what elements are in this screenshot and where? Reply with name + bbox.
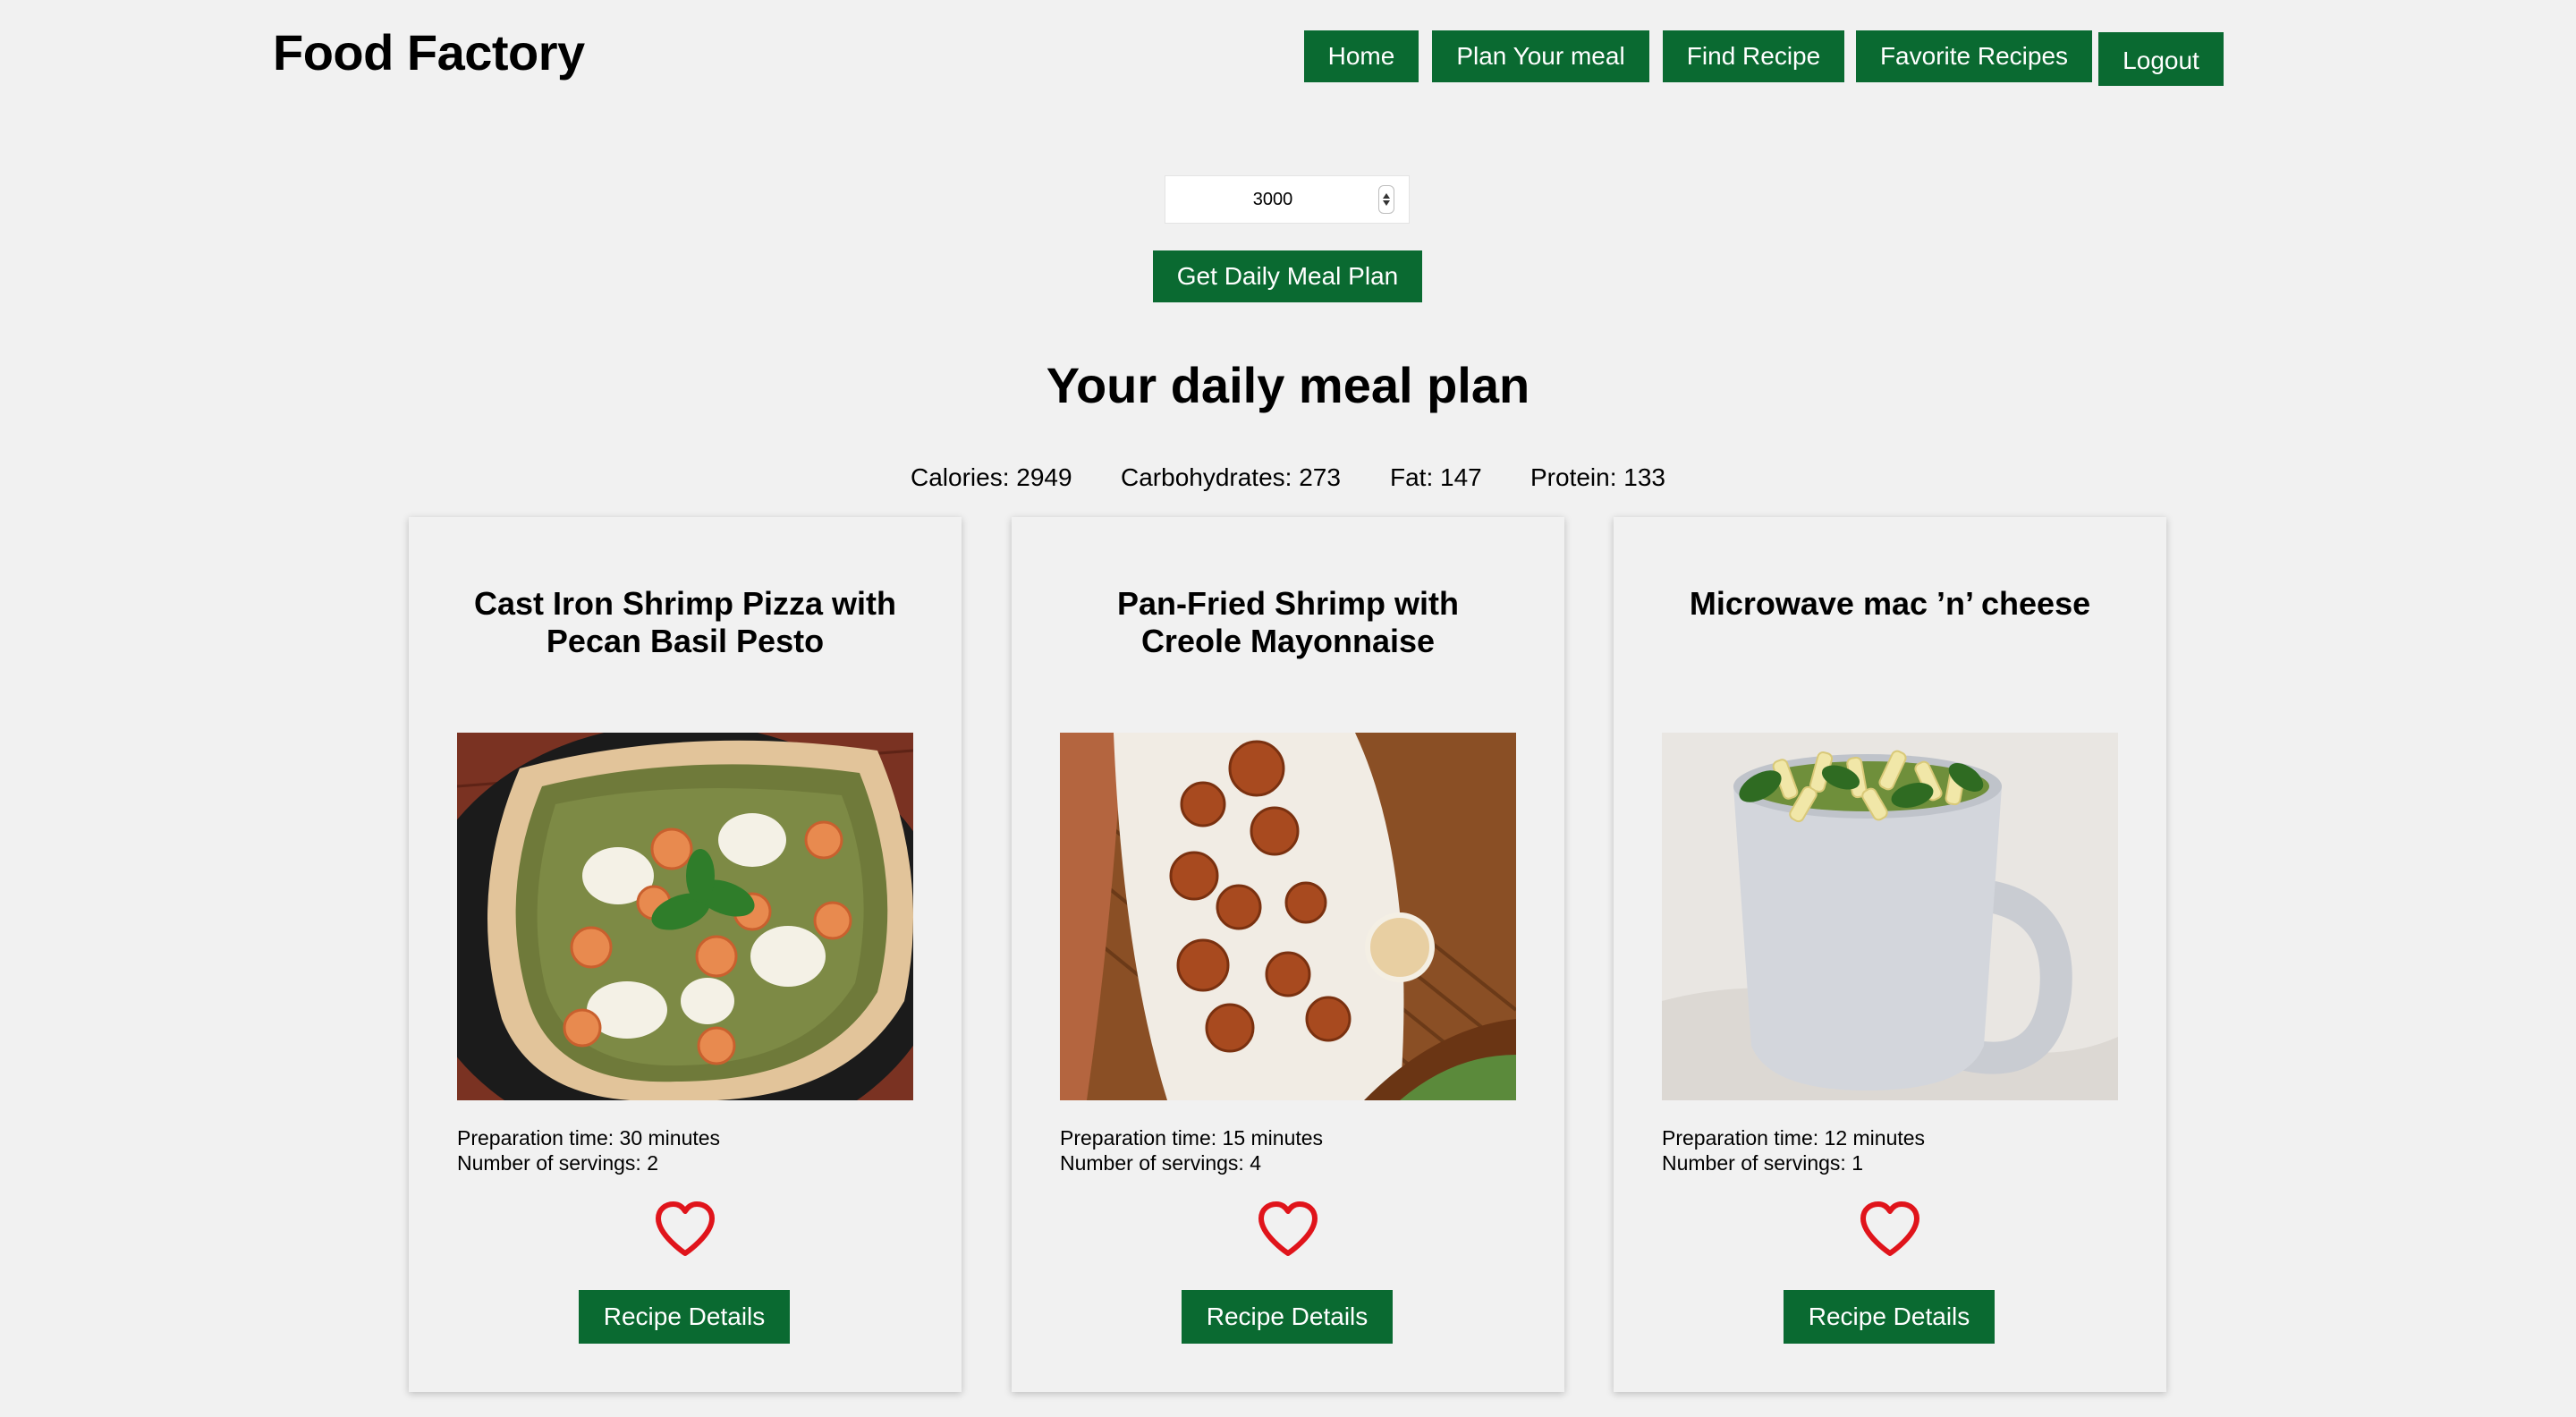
calorie-input[interactable] <box>1165 189 1371 210</box>
stepper-up-icon[interactable] <box>1383 193 1390 199</box>
nutrient-fat: Fat: 147 <box>1390 463 1482 491</box>
recipe-info: Preparation time: 15 minutes Number of s… <box>1060 1125 1323 1175</box>
nutrient-calories: Calories: 2949 <box>911 463 1072 491</box>
prep-time: Preparation time: 30 minutes <box>457 1126 721 1150</box>
recipe-image-pizza <box>457 733 913 1100</box>
recipe-image-mac-cheese <box>1662 733 2118 1100</box>
recipe-title-line: Microwave mac ’n’ cheese <box>1689 585 2091 622</box>
prep-time: Preparation time: 15 minutes <box>1060 1126 1324 1150</box>
recipe-card: Microwave mac ’n’ cheese Preparation tim… <box>1614 517 2166 1392</box>
nav-home-button[interactable]: Home <box>1304 30 1419 82</box>
nav-find-recipe-button[interactable]: Find Recipe <box>1663 30 1844 82</box>
nav-plan-meal-button[interactable]: Plan Your meal <box>1432 30 1649 82</box>
recipe-card: Pan-Fried Shrimp with Creole Mayonnaise <box>1012 517 1564 1392</box>
recipe-title-line: Pan-Fried Shrimp with <box>1116 585 1460 622</box>
get-daily-meal-plan-button[interactable]: Get Daily Meal Plan <box>1153 250 1422 302</box>
heart-outline-icon[interactable] <box>1257 1201 1319 1258</box>
heart-outline-icon[interactable] <box>1859 1201 1921 1258</box>
recipe-info: Preparation time: 12 minutes Number of s… <box>1662 1125 1925 1175</box>
nav-logout-button[interactable]: Logout <box>2098 32 2224 86</box>
nutrient-carbohydrates: Carbohydrates: 273 <box>1121 463 1341 491</box>
recipe-title: Cast Iron Shrimp Pizza with Pecan Basil … <box>445 585 926 660</box>
recipe-image-shrimp <box>1060 733 1516 1100</box>
recipe-title-line: Cast Iron Shrimp Pizza with <box>473 585 897 622</box>
recipe-details-button[interactable]: Recipe Details <box>579 1290 790 1344</box>
recipe-title-line: Pecan Basil Pesto <box>546 623 825 659</box>
number-stepper-icon[interactable] <box>1378 185 1394 214</box>
page-title: Your daily meal plan <box>1046 357 1530 413</box>
brand-logo: Food Factory <box>273 24 585 81</box>
servings: Number of servings: 1 <box>1662 1151 1863 1175</box>
servings: Number of servings: 2 <box>457 1151 658 1175</box>
recipe-details-button[interactable]: Recipe Details <box>1784 1290 1995 1344</box>
recipe-title-line: Creole Mayonnaise <box>1140 623 1436 659</box>
nutrient-summary: Calories: 2949 Carbohydrates: 273 Fat: 1… <box>0 463 2576 496</box>
recipe-info: Preparation time: 30 minutes Number of s… <box>457 1125 720 1175</box>
heart-outline-icon[interactable] <box>654 1201 716 1258</box>
nav-favorite-recipes-button[interactable]: Favorite Recipes <box>1856 30 2092 82</box>
prep-time: Preparation time: 12 minutes <box>1662 1126 1926 1150</box>
servings: Number of servings: 4 <box>1060 1151 1261 1175</box>
nutrient-protein: Protein: 133 <box>1530 463 1665 491</box>
calorie-input-container <box>1165 175 1410 224</box>
stepper-down-icon[interactable] <box>1383 200 1390 206</box>
recipe-title: Microwave mac ’n’ cheese <box>1649 585 2131 623</box>
recipe-title: Pan-Fried Shrimp with Creole Mayonnaise <box>1047 585 1529 660</box>
recipe-card: Cast Iron Shrimp Pizza with Pecan Basil … <box>409 517 962 1392</box>
recipe-details-button[interactable]: Recipe Details <box>1182 1290 1393 1344</box>
